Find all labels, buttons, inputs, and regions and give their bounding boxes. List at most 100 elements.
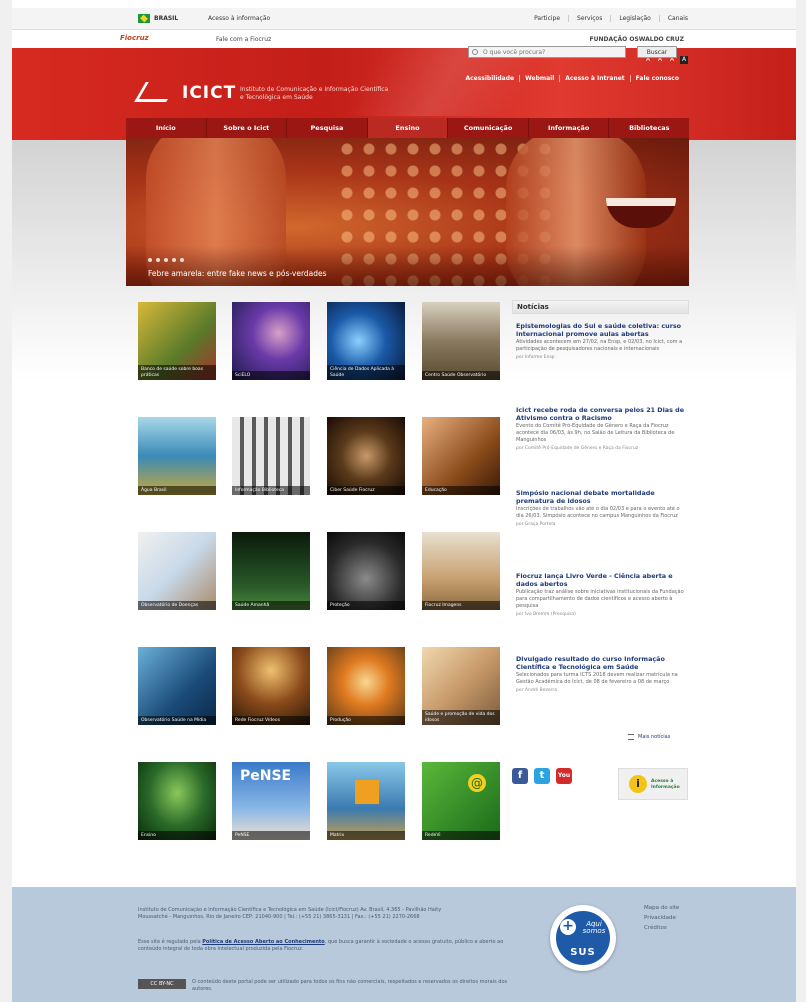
tile-label: Ciber Saúde Fiocruz: [327, 485, 405, 495]
news-item[interactable]: Divulgado resultado do curso Informação …: [516, 655, 688, 693]
footer-address: Instituto de Comunicação e Informação Ci…: [138, 907, 442, 920]
util-link-acessibilidade[interactable]: Acessibilidade: [460, 75, 519, 82]
hero-dot[interactable]: [172, 258, 176, 262]
tile-label: Centro Saúde Observatório: [422, 370, 500, 380]
nav-item-ensino[interactable]: Ensino: [366, 118, 448, 138]
gov-link-legislacao[interactable]: Legislação: [610, 15, 659, 22]
nav-item-inicio[interactable]: Início: [126, 118, 206, 138]
sus-badge-inner: + Aqui somos SUS: [556, 911, 610, 965]
tile-15[interactable]: Saúde e promoção de vida dos idosos: [422, 647, 500, 725]
footer-link-mapa[interactable]: Mapa do site: [644, 903, 679, 913]
footer-link-creditos[interactable]: Créditos: [644, 923, 679, 933]
util-link-fale-conosco[interactable]: Fale conosco: [629, 75, 684, 82]
tile-2[interactable]: Ciência de Dados Aplicada à Saúde: [327, 302, 405, 380]
nav-item-informacao[interactable]: Informação: [527, 118, 609, 138]
tile-11[interactable]: Fiocruz Imagens: [422, 532, 500, 610]
search-input[interactable]: [468, 46, 626, 58]
tile-16[interactable]: Ensino: [138, 762, 216, 840]
news-title[interactable]: Fiocruz lança Livro Verde - Ciência aber…: [516, 572, 688, 588]
hero-caption[interactable]: Febre amarela: entre fake news e pós-ver…: [148, 269, 327, 278]
tile-8[interactable]: Observatório de Doenças: [138, 532, 216, 610]
list-icon: [628, 734, 634, 740]
utility-links: Acessibilidade Webmail Acesso à Intranet…: [460, 75, 684, 82]
footer-policy: Esse site é regulado pela Política de Ac…: [138, 939, 508, 953]
tile-1[interactable]: SciELO: [232, 302, 310, 380]
util-link-intranet[interactable]: Acesso à Intranet: [559, 75, 629, 82]
hero-dot[interactable]: [164, 258, 168, 262]
gov-link-canais[interactable]: Canais: [658, 15, 696, 22]
tile-4[interactable]: Água Brasil: [138, 417, 216, 495]
youtube-icon[interactable]: You: [556, 768, 572, 784]
icict-logo-icon: [134, 82, 178, 102]
site-logo[interactable]: ICICT: [182, 83, 236, 103]
footer-link-privacidade[interactable]: Privacidade: [644, 913, 679, 923]
news-item[interactable]: Simpósio nacional debate mortalidade pre…: [516, 489, 688, 527]
gov-brasil-link[interactable]: BRASIL: [154, 15, 178, 22]
nav-item-comunicacao[interactable]: Comunicação: [447, 118, 528, 138]
policy-link[interactable]: Política de Acesso Aberto ao Conheciment…: [202, 939, 324, 945]
tile-label: Proteção: [327, 600, 405, 610]
news-item[interactable]: Icict recebe roda de conversa pelos 21 D…: [516, 406, 688, 451]
tile-13[interactable]: Rede Fiocruz Vídeos: [232, 647, 310, 725]
tile-label: PeNSE: [232, 830, 310, 840]
tile-18[interactable]: Matrix: [327, 762, 405, 840]
acesso-informacao-badge[interactable]: i Acesso à Informação: [618, 768, 688, 800]
tile-6[interactable]: Ciber Saúde Fiocruz: [327, 417, 405, 495]
more-news-link[interactable]: Mais notícias: [638, 734, 670, 740]
sus-text: SUS: [570, 947, 596, 958]
tile-label: Água Brasil: [138, 485, 216, 495]
news-section: Notícias Epistemologias do Sul e saúde c…: [512, 300, 689, 693]
news-title[interactable]: Epistemologias do Sul e saúde coletiva: …: [516, 322, 688, 338]
news-source: por Graça Portela: [516, 522, 556, 527]
tile-12[interactable]: Observatório Saúde na Mídia: [138, 647, 216, 725]
tile-19[interactable]: @ RedeVi: [422, 762, 500, 840]
tile-10[interactable]: Proteção: [327, 532, 405, 610]
tile-label: Ensino: [138, 830, 216, 840]
tile-5[interactable]: Informação Biblioteca: [232, 417, 310, 495]
tile-17[interactable]: PeNSE PeNSE: [232, 762, 310, 840]
tile-3[interactable]: Centro Saúde Observatório: [422, 302, 500, 380]
fale-fiocruz-link[interactable]: Fale com a Fiocruz: [216, 36, 271, 43]
news-title[interactable]: Icict recebe roda de conversa pelos 21 D…: [516, 406, 688, 422]
contrast-button[interactable]: A: [680, 56, 688, 64]
fiocruz-logo[interactable]: Fiocruz: [120, 34, 149, 42]
tile-label: SciELO: [232, 370, 310, 380]
nav-item-pesquisa[interactable]: Pesquisa: [286, 118, 367, 138]
search-button[interactable]: Buscar: [637, 46, 677, 58]
hero-dot[interactable]: [180, 258, 184, 262]
tile-0[interactable]: Banco de saúde sobre boas práticas: [138, 302, 216, 380]
util-link-webmail[interactable]: Webmail: [519, 75, 559, 82]
news-item[interactable]: Epistemologias do Sul e saúde coletiva: …: [516, 322, 688, 360]
gov-link-servicos[interactable]: Serviços: [568, 15, 610, 22]
hero-banner[interactable]: Febre amarela: entre fake news e pós-ver…: [126, 138, 689, 286]
acesso-info-label: Acesso à Informação: [651, 779, 680, 790]
gov-access-link[interactable]: Acesso à informação: [208, 15, 270, 22]
facebook-icon[interactable]: f: [512, 768, 528, 784]
nav-item-bibliotecas[interactable]: Bibliotecas: [608, 118, 689, 138]
news-title[interactable]: Simpósio nacional debate mortalidade pre…: [516, 489, 688, 505]
fiocruz-bar: Fiocruz Fale com a Fiocruz FUNDAÇÃO OSWA…: [12, 32, 796, 46]
sus-badge[interactable]: + Aqui somos SUS: [550, 905, 616, 971]
fundacao-link[interactable]: FUNDAÇÃO OSWALDO CRUZ: [589, 36, 684, 43]
gov-links: Participe Serviços Legislação Canais: [526, 15, 696, 22]
tile-14[interactable]: Produção: [327, 647, 405, 725]
hero-dot[interactable]: [148, 258, 152, 262]
news-body: Publicação traz análise sobre iniciativa…: [516, 589, 684, 609]
nav-item-sobre[interactable]: Sobre o Icict: [205, 118, 287, 138]
creative-commons-badge[interactable]: CC BY-NC: [138, 979, 186, 989]
sus-aqui-text: Aqui somos: [582, 920, 606, 935]
twitter-icon[interactable]: t: [534, 768, 550, 784]
news-title[interactable]: Divulgado resultado do curso Informação …: [516, 655, 688, 671]
tile-label: Observatório de Doenças: [138, 600, 216, 610]
hero-dot[interactable]: [156, 258, 160, 262]
news-source: por Informe Ensp: [516, 355, 555, 360]
news-body: Selecionados para turma ICTS 2018 devem …: [516, 672, 678, 685]
news-header: Notícias: [512, 300, 689, 314]
news-item[interactable]: Fiocruz lança Livro Verde - Ciência aber…: [516, 572, 688, 617]
social-links: f t You: [512, 768, 572, 784]
tile-9[interactable]: Saúde Amanhã: [232, 532, 310, 610]
gov-link-participe[interactable]: Participe: [526, 15, 568, 22]
tile-label: Matrix: [327, 830, 405, 840]
tile-7[interactable]: Educação: [422, 417, 500, 495]
news-source: por Ivo Bremm (Presquisa): [516, 612, 576, 617]
